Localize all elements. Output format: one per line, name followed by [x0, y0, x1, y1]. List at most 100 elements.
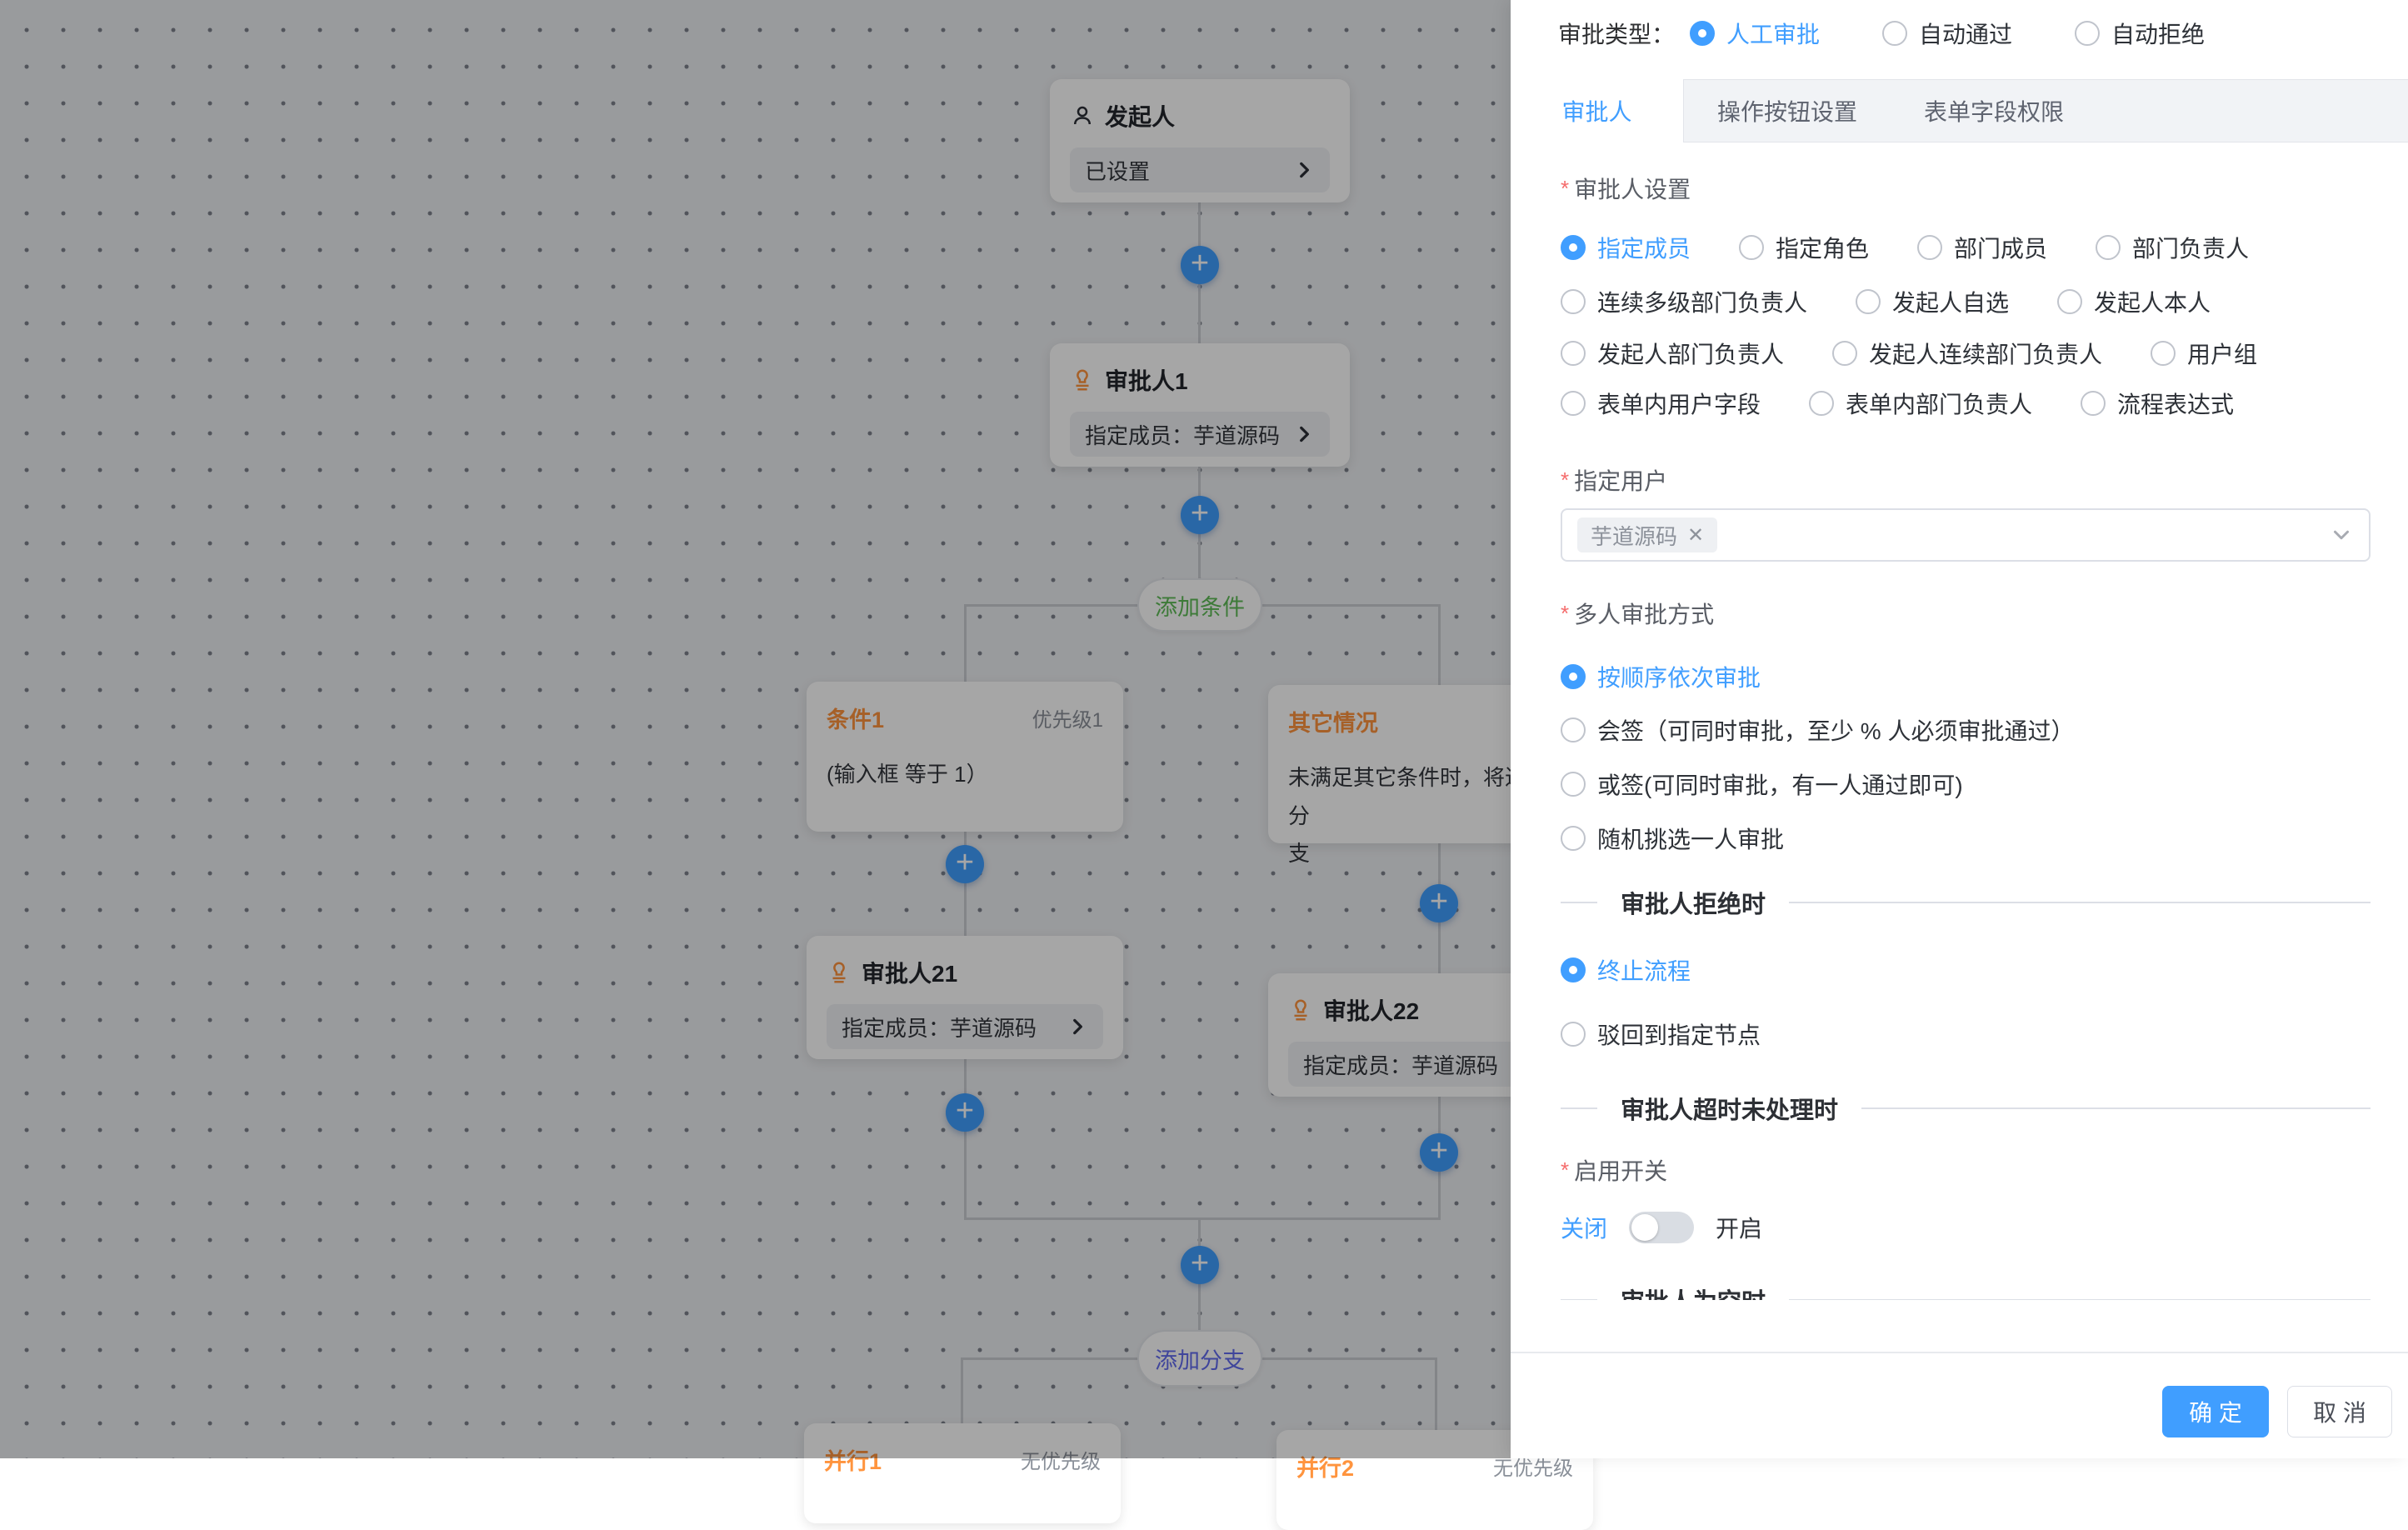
- multi-mode-row2: 会签（可同时审批，至少 % 人必须审批通过）: [1561, 713, 2074, 747]
- required-asterisk: *: [1561, 601, 1569, 626]
- required-asterisk: *: [1561, 176, 1569, 201]
- modal-overlay[interactable]: [0, 0, 1511, 1458]
- radio-icon: [1561, 341, 1586, 366]
- radio-label: 连续多级部门负责人: [1597, 285, 1807, 318]
- divider-line: [1561, 902, 1597, 903]
- tab-form-field-permissions[interactable]: 表单字段权限: [1891, 80, 2097, 142]
- divider-line: [1561, 1299, 1597, 1300]
- radio-dept-member[interactable]: 部门成员: [1917, 231, 2047, 264]
- divider-line: [1561, 1108, 1597, 1109]
- multi-mode-row3: 或签(可同时审批，有一人通过即可): [1561, 768, 1963, 801]
- radio-return-to-node[interactable]: 驳回到指定节点: [1561, 1018, 1761, 1051]
- radio-icon: [1690, 21, 1715, 46]
- radio-label: 驳回到指定节点: [1597, 1018, 1761, 1051]
- radio-icon: [1561, 664, 1586, 689]
- radio-form-user-field[interactable]: 表单内用户字段: [1561, 387, 1761, 420]
- timeout-toggle-row: 关闭 开启: [1561, 1211, 1762, 1244]
- radio-label: 随机挑选一人审批: [1597, 822, 1784, 855]
- radio-icon: [1561, 391, 1586, 416]
- radio-label: 自动拒绝: [2111, 17, 2205, 50]
- radio-user-group[interactable]: 用户组: [2151, 337, 2257, 370]
- radio-icon: [1561, 1022, 1586, 1047]
- divider-title: 审批人超时未处理时: [1621, 1091, 1838, 1126]
- radio-form-dept-leader[interactable]: 表单内部门负责人: [1809, 387, 2032, 420]
- radio-dept-leader[interactable]: 部门负责人: [2096, 231, 2249, 264]
- selected-user-tag: 芋道源码 ✕: [1577, 518, 1717, 552]
- confirm-button[interactable]: 确 定: [2162, 1386, 2269, 1438]
- radio-label: 终止流程: [1597, 953, 1691, 987]
- radio-icon: [1561, 718, 1586, 742]
- radio-manual-approval[interactable]: 人工审批: [1690, 17, 1820, 50]
- radio-label: 部门成员: [1954, 231, 2047, 264]
- radio-icon: [1561, 772, 1586, 797]
- assign-user-label: *指定用户: [1561, 463, 1667, 497]
- required-asterisk: *: [1561, 468, 1569, 492]
- radio-random-one[interactable]: 随机挑选一人审批: [1561, 822, 1784, 855]
- multi-mode-row4: 随机挑选一人审批: [1561, 822, 1784, 855]
- radio-process-expression[interactable]: 流程表达式: [2081, 387, 2234, 420]
- radio-terminate-process[interactable]: 终止流程: [1561, 953, 1691, 987]
- radio-or-sign[interactable]: 或签(可同时审批，有一人通过即可): [1561, 768, 1963, 801]
- assign-user-select[interactable]: 芋道源码 ✕: [1561, 508, 2371, 562]
- radio-icon: [1561, 826, 1586, 851]
- radio-icon: [2075, 21, 2100, 46]
- radio-icon: [1739, 235, 1764, 260]
- radio-icon: [1856, 289, 1881, 314]
- reject-row2: 驳回到指定节点: [1561, 1018, 1761, 1051]
- node-settings-panel: 审批类型： 人工审批 自动通过 自动拒绝 审批人 操作按钮设置 表单字段权限 *…: [1511, 0, 2408, 1458]
- enable-switch[interactable]: [1629, 1212, 1694, 1243]
- radio-label: 指定角色: [1776, 231, 1869, 264]
- approver-setting-row1: 指定成员 指定角色 部门成员 部门负责人: [1561, 231, 2249, 264]
- radio-icon: [2096, 235, 2121, 260]
- empty-approver-divider: 审批人为空时: [1561, 1287, 2371, 1300]
- tab-approver[interactable]: 审批人: [1511, 79, 1684, 142]
- radio-designated-role[interactable]: 指定角色: [1739, 231, 1869, 264]
- radio-initiator-multi-dept-leader[interactable]: 发起人连续部门负责人: [1832, 337, 2102, 370]
- radio-initiator-choose[interactable]: 发起人自选: [1856, 285, 2009, 318]
- settings-tabbar: 审批人 操作按钮设置 表单字段权限: [1511, 79, 2408, 142]
- radio-multi-level-dept-leader[interactable]: 连续多级部门负责人: [1561, 285, 1807, 318]
- radio-label: 发起人自选: [1892, 285, 2009, 318]
- radio-auto-reject[interactable]: 自动拒绝: [2075, 17, 2205, 50]
- settings-scroll-area[interactable]: *审批人设置 指定成员 指定角色 部门成员 部门负责人 连续多级部门负责人 发起…: [1511, 143, 2408, 1300]
- footer-divider: [1511, 1352, 2408, 1353]
- cancel-button[interactable]: 取 消: [2287, 1386, 2392, 1438]
- radio-label: 发起人本人: [2094, 285, 2211, 318]
- radio-label: 发起人连续部门负责人: [1869, 337, 2102, 370]
- approval-type-label: 审批类型：: [1558, 17, 1675, 50]
- radio-icon: [1832, 341, 1857, 366]
- radio-countersign[interactable]: 会签（可同时审批，至少 % 人必须审批通过）: [1561, 713, 2074, 747]
- radio-label: 自动通过: [1919, 17, 2012, 50]
- radio-label: 表单内用户字段: [1597, 387, 1761, 420]
- divider-line: [1789, 902, 2371, 903]
- chevron-down-icon: [2329, 522, 2354, 548]
- radio-label: 表单内部门负责人: [1846, 387, 2032, 420]
- tab-action-buttons[interactable]: 操作按钮设置: [1684, 80, 1891, 142]
- divider-title: 审批人拒绝时: [1621, 885, 1766, 920]
- approver-setting-row3: 发起人部门负责人 发起人连续部门负责人 用户组: [1561, 337, 2257, 370]
- radio-label: 用户组: [2187, 337, 2257, 370]
- radio-icon: [2081, 391, 2106, 416]
- radio-icon: [2057, 289, 2082, 314]
- required-asterisk: *: [1561, 1158, 1569, 1182]
- radio-icon: [1917, 235, 1942, 260]
- radio-sequential-approval[interactable]: 按顺序依次审批: [1561, 660, 1761, 693]
- radio-initiator-dept-leader[interactable]: 发起人部门负责人: [1561, 337, 1784, 370]
- radio-designated-member[interactable]: 指定成员: [1561, 231, 1691, 264]
- approver-setting-label: *审批人设置: [1561, 172, 1691, 205]
- radio-label: 发起人部门负责人: [1597, 337, 1784, 370]
- radio-label: 按顺序依次审批: [1597, 660, 1761, 693]
- radio-initiator-self[interactable]: 发起人本人: [2057, 285, 2211, 318]
- tag-close-icon[interactable]: ✕: [1687, 523, 1704, 548]
- radio-label: 人工审批: [1726, 17, 1820, 50]
- tag-label: 芋道源码: [1591, 520, 1677, 551]
- enable-switch-label: *启用开关: [1561, 1153, 1667, 1187]
- approver-setting-row2: 连续多级部门负责人 发起人自选 发起人本人: [1561, 285, 2211, 318]
- radio-auto-approve[interactable]: 自动通过: [1882, 17, 2012, 50]
- radio-label: 指定成员: [1597, 231, 1691, 264]
- multi-mode-label: *多人审批方式: [1561, 597, 1714, 630]
- radio-icon: [1561, 289, 1586, 314]
- divider-title: 审批人为空时: [1621, 1282, 1766, 1300]
- radio-icon: [2151, 341, 2176, 366]
- radio-label: 流程表达式: [2117, 387, 2234, 420]
